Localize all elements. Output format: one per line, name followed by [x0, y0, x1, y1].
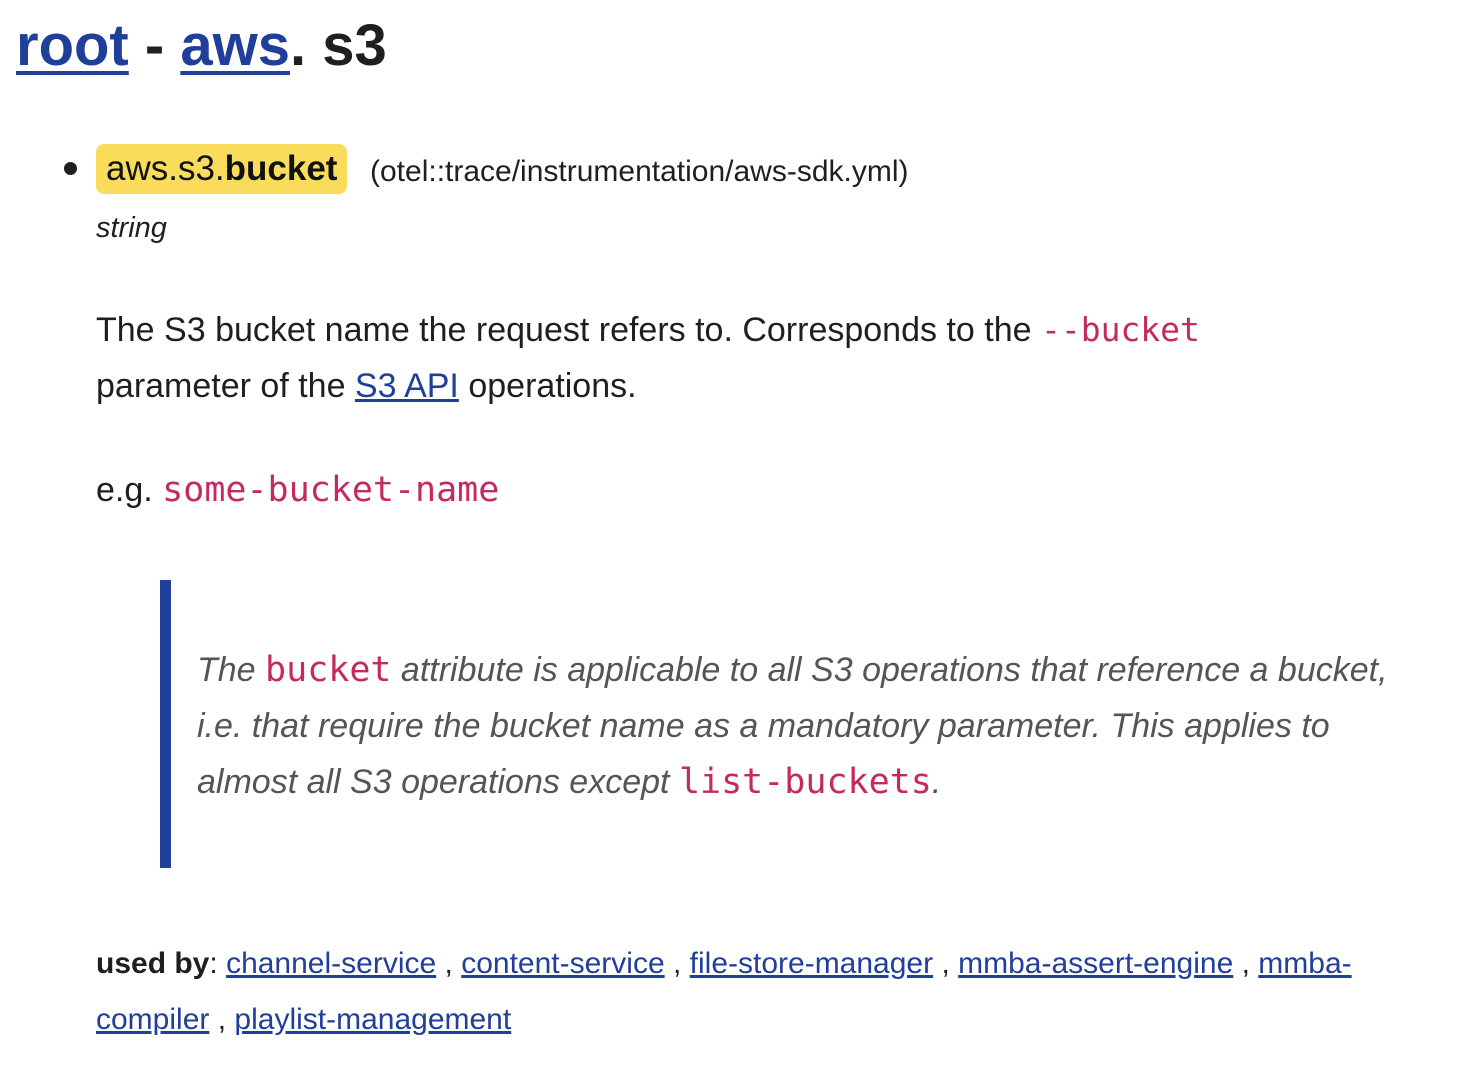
used-by-colon: : — [209, 947, 218, 980]
used-by-separator: , — [1241, 947, 1250, 980]
note-text-part: The — [197, 651, 266, 689]
used-by-separator: , — [217, 1003, 227, 1036]
attribute-name-badge: aws.s3.bucket — [96, 144, 348, 194]
breadcrumb-separator: - — [144, 13, 165, 78]
breadcrumb-root-link[interactable]: root — [16, 13, 129, 78]
attribute-example: e.g. some-bucket-name — [96, 462, 499, 518]
used-by-separator: , — [444, 947, 453, 980]
used-by: used by: channel-service , content-servi… — [96, 936, 1441, 1048]
used-by-link-mmba-assert-engine[interactable]: mmba-assert-engine — [958, 947, 1233, 980]
list-bullet — [64, 162, 77, 175]
description-code: --bucket — [1040, 310, 1200, 349]
used-by-separator: , — [941, 947, 950, 980]
note-code-bucket: bucket — [265, 650, 392, 690]
used-by-label: used by — [96, 947, 210, 980]
used-by-link-file-store-manager[interactable]: file-store-manager — [690, 947, 933, 980]
attribute-type: string — [96, 212, 167, 244]
note-text-part: . — [931, 763, 942, 801]
description-text: The S3 bucket name the request refers to… — [96, 311, 1041, 349]
breadcrumb-aws-link[interactable]: aws — [180, 13, 290, 78]
attribute-name-last: bucket — [224, 149, 338, 188]
note-code-list-buckets: list-buckets — [678, 762, 932, 802]
attribute-name-prefix: aws.s3. — [106, 149, 225, 188]
note-text: The bucket attribute is applicable to al… — [197, 642, 1397, 810]
used-by-link-channel-service[interactable]: channel-service — [226, 947, 436, 980]
used-by-link-content-service[interactable]: content-service — [461, 947, 664, 980]
example-value: some-bucket-name — [162, 470, 500, 510]
attribute-source: (otel::trace/instrumentation/aws-sdk.yml… — [370, 155, 909, 188]
description-text: parameter of the — [96, 367, 355, 405]
used-by-link-playlist-management[interactable]: playlist-management — [234, 1003, 511, 1036]
breadcrumb-current: s3 — [322, 13, 387, 78]
example-label: e.g. — [96, 471, 163, 509]
page-title: root - aws. s3 — [16, 6, 387, 86]
attribute-description: The S3 bucket name the request refers to… — [96, 302, 1356, 414]
used-by-separator: , — [672, 947, 682, 980]
description-text: operations. — [458, 367, 637, 405]
s3-api-link[interactable]: S3 API — [355, 367, 459, 405]
attribute-note: The bucket attribute is applicable to al… — [160, 580, 1400, 868]
breadcrumb-dot: . — [289, 13, 307, 78]
